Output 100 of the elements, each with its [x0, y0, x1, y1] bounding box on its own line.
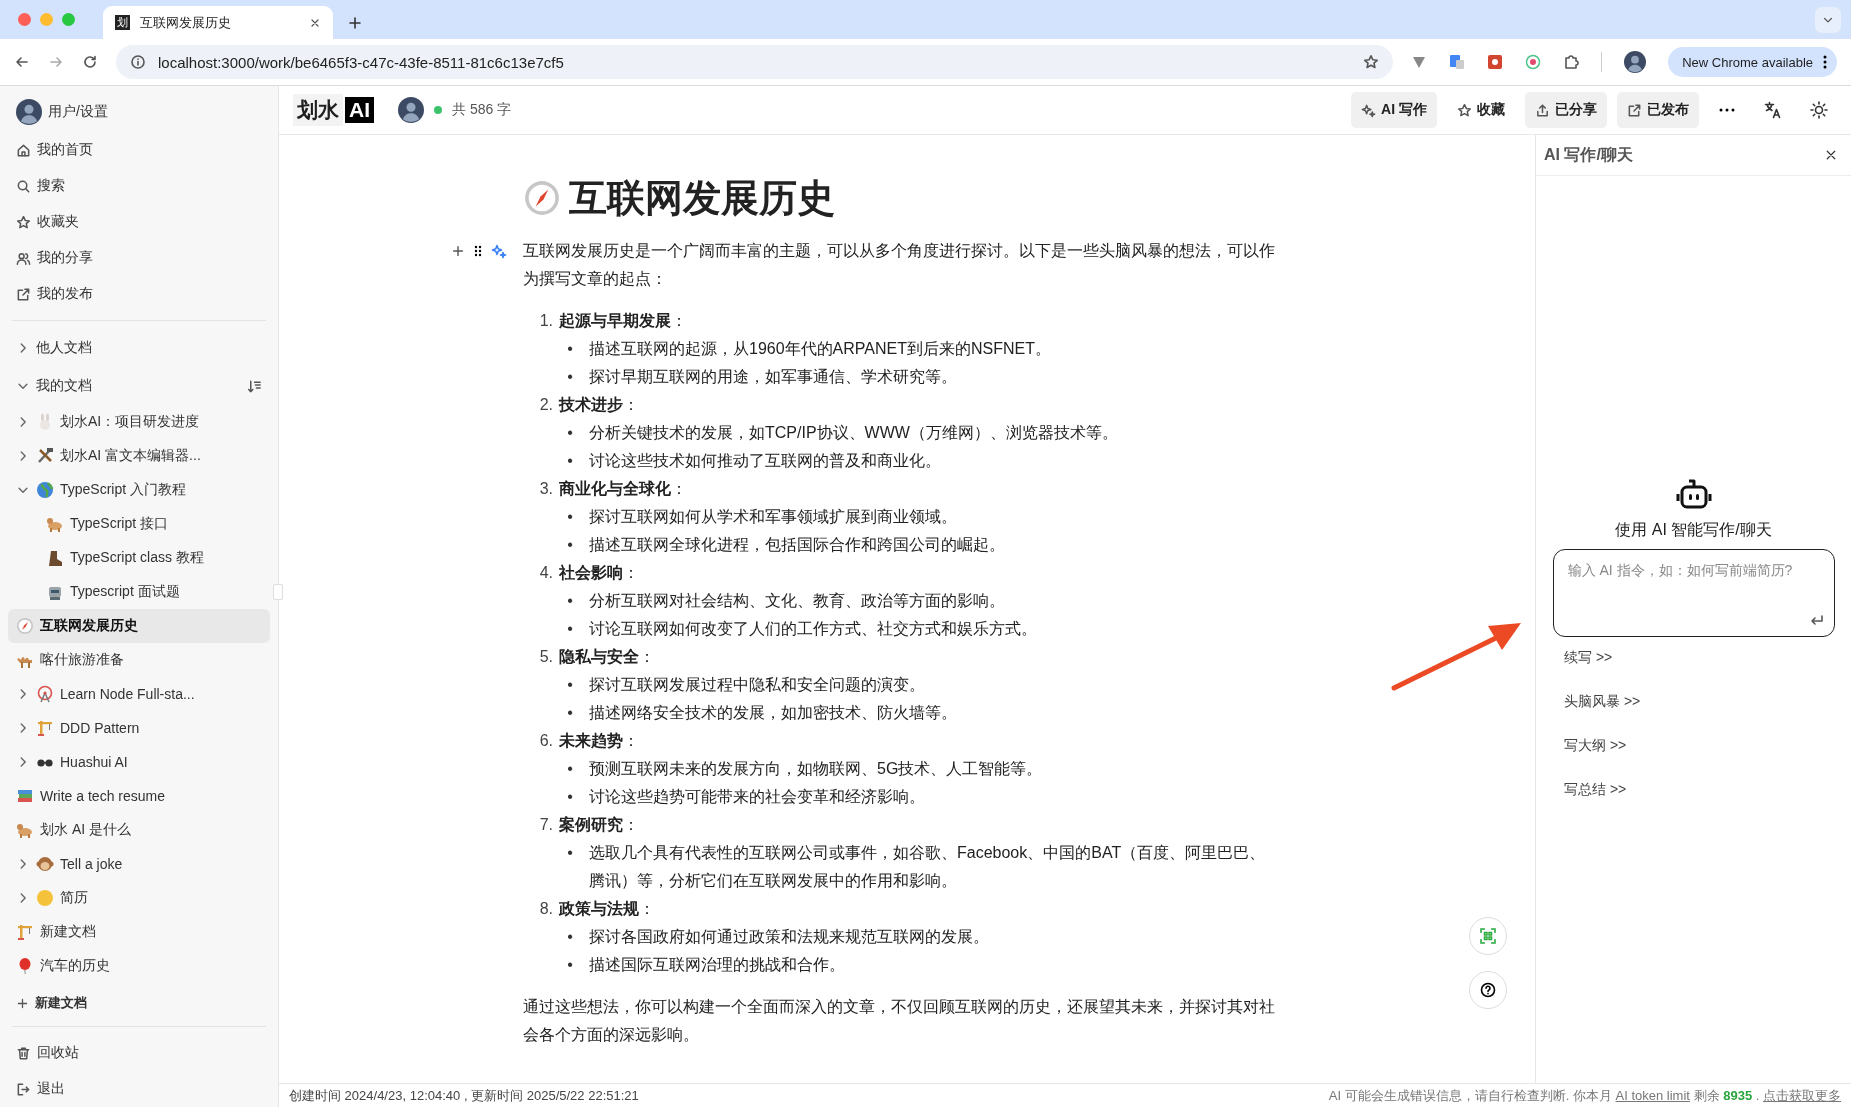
- list-number: 8.: [538, 899, 553, 919]
- token-notice: AI 可能会生成错误信息，请自行检查判断. 你本月 AI token limit 剩余 8935 . 点击获取更多: [1328, 1086, 1841, 1105]
- bullet: •: [566, 703, 574, 723]
- toolbar-button[interactable]: 已发布: [1617, 92, 1699, 128]
- quick-action[interactable]: 续写 >>: [1564, 643, 1613, 673]
- doc-item[interactable]: TypeScript class 教程: [8, 541, 270, 575]
- doc-item[interactable]: 互联网发展历史: [8, 609, 270, 643]
- bullet: •: [566, 367, 574, 387]
- upload-icon: [1535, 102, 1550, 118]
- robot-icon: [1675, 478, 1712, 510]
- panel-title: AI 写作/聊天: [1544, 144, 1634, 165]
- doc-item[interactable]: 喀什旅游准备: [8, 643, 270, 677]
- logo-badge: AI: [345, 97, 374, 123]
- logo: 划水: [293, 94, 343, 126]
- dog-icon: [16, 821, 34, 839]
- avatar: [1624, 51, 1647, 73]
- nav-item[interactable]: 我的发布: [8, 276, 270, 312]
- star-icon: [1457, 102, 1472, 118]
- toolbar-button[interactable]: AI 写作: [1351, 92, 1437, 128]
- list-heading: 案例研究：: [559, 815, 639, 835]
- doc-item[interactable]: Learn Node Full-sta...: [8, 677, 270, 711]
- help-button[interactable]: [1469, 971, 1507, 1009]
- list-item: 描述互联网的起源，从1960年代的ARPANET到后来的NSFNET。: [589, 339, 1051, 359]
- doc-item[interactable]: Huashui AI: [8, 745, 270, 779]
- compass-icon: [16, 617, 34, 635]
- doc-item[interactable]: 划水AI：项目研发进度: [8, 405, 270, 439]
- ferris-wheel-icon: [36, 685, 54, 703]
- sparkle-icon[interactable]: [491, 243, 507, 259]
- new-tab-icon: [347, 15, 363, 31]
- nav-item[interactable]: 回收站: [8, 1035, 270, 1071]
- back-icon: [14, 54, 30, 70]
- external-link-icon: [1627, 102, 1642, 118]
- doc-item[interactable]: DDD Pattern: [8, 711, 270, 745]
- crane-icon: [36, 719, 54, 737]
- drag-handle-icon[interactable]: [473, 244, 483, 258]
- doc-item[interactable]: 简历: [8, 881, 270, 915]
- word-count: 共 586 字: [452, 101, 512, 119]
- user-settings[interactable]: 用户/设置: [8, 92, 270, 132]
- address-bar[interactable]: localhost:3000/work/be6465f3-c47c-43fe-8511-81c6c13e7cf5: [116, 45, 1394, 79]
- app-icon: [1487, 54, 1504, 70]
- doc-item[interactable]: Typescript 面试题: [8, 575, 270, 609]
- update-button[interactable]: New Chrome available: [1668, 47, 1837, 77]
- doc-item[interactable]: 划水 AI 是什么: [8, 813, 270, 847]
- nav-item[interactable]: 退出: [8, 1071, 270, 1107]
- more-link[interactable]: 点击获取更多: [1763, 1087, 1841, 1103]
- logout-icon: [16, 1081, 31, 1097]
- nav-item[interactable]: 搜索: [8, 168, 270, 204]
- external-link-icon: [16, 286, 31, 302]
- bullet: •: [566, 423, 574, 443]
- bullet: •: [566, 507, 574, 527]
- sparkle-icon: [1361, 102, 1377, 118]
- bullet: •: [566, 535, 574, 555]
- bullet: •: [566, 591, 574, 611]
- globe-icon: [36, 481, 54, 499]
- timestamps: 创建时间 2024/4/23, 12:04:40 , 更新时间 2025/5/22 22:51:21: [289, 1086, 639, 1105]
- list-heading: 技术进步：: [559, 395, 639, 415]
- list-item: 描述国际互联网治理的挑战和合作。: [589, 955, 845, 975]
- doc-item[interactable]: Write a tech resume: [8, 779, 270, 813]
- doc-item[interactable]: 划水AI 富文本编辑器...: [8, 439, 270, 473]
- more-icon: [1823, 55, 1827, 69]
- list-item: 分析互联网对社会结构、文化、教育、政治等方面的影响。: [589, 591, 1005, 611]
- quick-action[interactable]: 写总结 >>: [1564, 775, 1627, 805]
- doc-item[interactable]: TypeScript 入门教程: [8, 473, 270, 507]
- nav-item[interactable]: 收藏夹: [8, 204, 270, 240]
- nav-item[interactable]: 我的首页: [8, 132, 270, 168]
- list-item: 讨论这些技术如何推动了互联网的普及和商业化。: [589, 451, 941, 471]
- group-header[interactable]: 我的文档: [8, 367, 270, 405]
- bullet: •: [566, 927, 574, 947]
- quick-action[interactable]: 头脑风暴 >>: [1564, 687, 1641, 717]
- ai-input-field[interactable]: 输入 AI 指令，如：如何写前端简历?: [1552, 549, 1835, 637]
- quick-action[interactable]: 写大纲 >>: [1564, 731, 1627, 761]
- browser-tab[interactable]: 划 互联网发展历史: [103, 6, 333, 39]
- list-item: 描述互联网全球化进程，包括国际合作和跨国公司的崛起。: [589, 535, 1005, 555]
- dog-icon: [46, 515, 64, 533]
- bullet: •: [566, 339, 574, 359]
- nav-item[interactable]: 我的分享: [8, 240, 270, 276]
- plus-icon: [16, 996, 29, 1010]
- list-number: 6.: [538, 731, 553, 751]
- list-number: 5.: [538, 647, 553, 667]
- list-item: 讨论这些趋势可能带来的社会变革和经济影响。: [589, 787, 925, 807]
- doc-item[interactable]: 汽车的历史: [8, 949, 270, 983]
- list-number: 3.: [538, 479, 553, 499]
- doc-item[interactable]: 新建文档: [8, 915, 270, 949]
- target-icon: [1525, 54, 1542, 70]
- paragraph: 互联网发展历史是一个广阔而丰富的主题，可以从多个角度进行探讨。以下是一些头脑风暴的想法，可以作为撰写文章的起点：: [523, 241, 1275, 289]
- resize-handle[interactable]: [273, 584, 283, 600]
- compass-icon: [523, 179, 561, 217]
- list-item: 探讨各国政府如何通过政策和法规来规范互联网的发展。: [589, 927, 989, 947]
- toolbar-button[interactable]: 已分享: [1525, 92, 1607, 128]
- toolbar-button[interactable]: 收藏: [1447, 92, 1515, 128]
- token-limit-link[interactable]: AI token limit: [1615, 1087, 1690, 1103]
- info-icon: [130, 54, 146, 70]
- people-icon: [16, 250, 31, 266]
- doc-item[interactable]: Tell a joke: [8, 847, 270, 881]
- scan-button[interactable]: [1469, 917, 1507, 955]
- group-header[interactable]: 他人文档: [8, 329, 270, 367]
- list-heading: 社会影响：: [559, 563, 639, 583]
- doc-item[interactable]: TypeScript 接口: [8, 507, 270, 541]
- more-icon: [1719, 108, 1735, 112]
- new-doc-button[interactable]: 新建文档: [8, 988, 270, 1018]
